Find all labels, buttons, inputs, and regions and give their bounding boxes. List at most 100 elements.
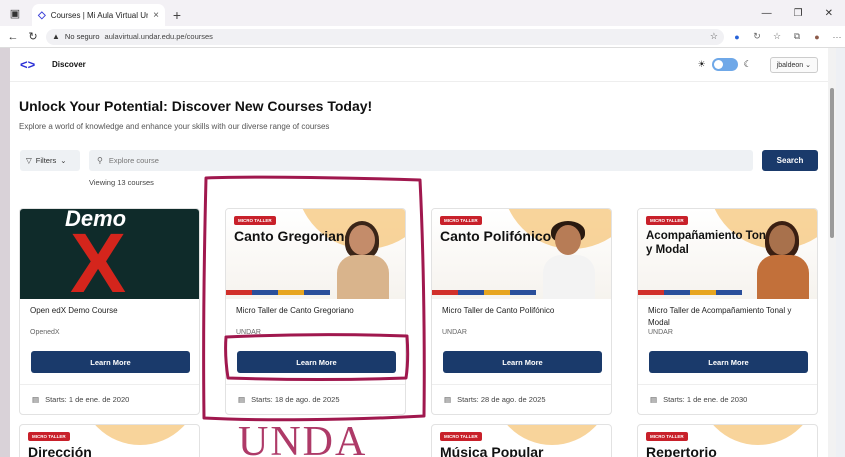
course-card[interactable]: Demo X Open edX Demo Course OpenedX Lear…: [19, 208, 200, 415]
thumbnail-x: X: [70, 216, 127, 299]
minimize-icon[interactable]: —: [762, 8, 772, 19]
start-date: Starts: 28 de ago. de 2025: [457, 395, 546, 404]
person-illustration: [335, 221, 391, 299]
nav-discover-link[interactable]: Discover: [52, 60, 86, 69]
course-title[interactable]: Open edX Demo Course: [20, 299, 199, 329]
micro-taller-badge: MICRO TALLER: [234, 216, 276, 225]
course-start: ▤ Starts: 28 de ago. de 2025: [444, 395, 546, 404]
course-card[interactable]: MICRO TALLER Canto Gregoriano Micro Tall…: [225, 208, 406, 415]
browser-side-strip: [836, 48, 845, 457]
search-button[interactable]: Search: [762, 150, 818, 171]
calendar-icon: ▤: [32, 395, 40, 404]
collections-icon[interactable]: ⧉: [790, 31, 804, 42]
course-title[interactable]: Micro Taller de Canto Polifónico: [432, 299, 611, 329]
course-org: OpenedX: [30, 329, 60, 336]
course-title[interactable]: Micro Taller de Acompañamiento Tonal y M…: [638, 299, 817, 329]
thumbnail-title: Repertorio: [646, 444, 717, 457]
browser-tab[interactable]: ◇ Courses | Mi Aula Virtual Undar ×: [32, 4, 165, 26]
micro-taller-badge: MICRO TALLER: [646, 432, 688, 441]
undar-watermark: UNDA: [238, 419, 368, 457]
learn-more-button[interactable]: Learn More: [237, 351, 396, 373]
search-input[interactable]: [108, 156, 745, 165]
thumbnail-decoration: [698, 425, 817, 445]
person-illustration: [755, 221, 811, 299]
calendar-icon: ▤: [444, 395, 452, 404]
refresh-extension-icon[interactable]: ↻: [750, 31, 764, 42]
page-subtitle: Explore a world of knowledge and enhance…: [19, 122, 330, 131]
viewing-count: Viewing 13 courses: [89, 178, 154, 187]
micro-taller-badge: MICRO TALLER: [28, 432, 70, 441]
sun-icon: ☀: [697, 59, 706, 69]
color-stripes: [638, 290, 742, 295]
warning-icon[interactable]: ▲: [52, 32, 60, 41]
thumbnail-title: Dirección: [28, 444, 92, 457]
course-card[interactable]: MICRO TALLER Canto Polifónico Micro Tall…: [431, 208, 612, 415]
course-grid-row-2: MICRO TALLER Dirección MICRO TALLER Músi…: [19, 424, 819, 457]
learn-more-button[interactable]: Learn More: [31, 351, 190, 373]
page-scrollbar[interactable]: [828, 48, 836, 457]
chevron-down-icon: ⌄: [60, 156, 67, 165]
filters-label: Filters: [35, 156, 57, 165]
hero-section: Unlock Your Potential: Discover New Cour…: [10, 82, 828, 131]
course-grid: Demo X Open edX Demo Course OpenedX Lear…: [19, 208, 819, 418]
window-controls: — ❐ ✕: [762, 0, 845, 26]
reload-icon[interactable]: ↻: [26, 30, 40, 43]
thumbnail-decoration: [80, 425, 199, 445]
close-icon[interactable]: ×: [153, 10, 159, 21]
window-menu-icon[interactable]: ▣: [0, 0, 30, 26]
course-card[interactable]: MICRO TALLER Repertorio: [637, 424, 818, 457]
calendar-icon: ▤: [238, 395, 246, 404]
back-icon[interactable]: ←: [6, 31, 20, 43]
card-divider: [432, 384, 611, 385]
site-favicon-icon: ◇: [38, 9, 46, 21]
course-thumbnail[interactable]: MICRO TALLER Canto Gregoriano: [226, 209, 405, 299]
person-illustration: [541, 221, 597, 299]
address-bar: ← ↻ ▲ No seguro aulavirtual.undar.edu.pe…: [0, 26, 845, 48]
site-logo-icon[interactable]: <>: [20, 57, 52, 72]
more-menu-icon[interactable]: ···: [830, 32, 844, 42]
filters-button[interactable]: ▽ Filters ⌄: [20, 150, 80, 171]
card-divider: [20, 384, 199, 385]
micro-taller-badge: MICRO TALLER: [440, 432, 482, 441]
course-card[interactable]: MICRO TALLER Música Popular: [431, 424, 612, 457]
micro-taller-badge: MICRO TALLER: [646, 216, 688, 225]
color-stripes: [432, 290, 536, 295]
course-card[interactable]: MICRO TALLER Dirección: [19, 424, 200, 457]
course-card[interactable]: MICRO TALLER Acompañamiento Tonal y Moda…: [637, 208, 818, 415]
moon-icon: ☾: [743, 59, 752, 69]
search-row: ▽ Filters ⌄ ⚲ Search: [20, 150, 818, 171]
course-thumbnail[interactable]: Demo X: [20, 209, 199, 299]
course-org: UNDAR: [442, 329, 467, 336]
learn-more-button[interactable]: Learn More: [443, 351, 602, 373]
tab-title: Courses | Mi Aula Virtual Undar: [50, 10, 148, 20]
start-date: Starts: 18 de ago. de 2025: [251, 395, 340, 404]
browser-tab-bar: ▣ ◇ Courses | Mi Aula Virtual Undar × + …: [0, 0, 845, 26]
filter-icon: ▽: [26, 156, 32, 165]
security-label: No seguro: [64, 32, 100, 41]
course-thumbnail[interactable]: MICRO TALLER Acompañamiento Tonal y Moda…: [638, 209, 817, 299]
user-menu-button[interactable]: jbaldeon ⌄: [769, 56, 818, 73]
scrollbar-thumb[interactable]: [830, 88, 834, 238]
page-title: Unlock Your Potential: Discover New Cour…: [19, 98, 373, 114]
restore-icon[interactable]: ❐: [794, 8, 803, 19]
favorites-icon[interactable]: ☆: [770, 31, 784, 42]
close-window-icon[interactable]: ✕: [825, 8, 833, 19]
search-field[interactable]: ⚲: [89, 150, 753, 171]
new-tab-button[interactable]: +: [165, 4, 189, 26]
course-start: ▤ Starts: 1 de ene. de 2030: [650, 395, 747, 404]
course-org: UNDAR: [236, 329, 261, 336]
thumbnail-decoration: [492, 425, 611, 445]
favorite-star-icon[interactable]: ☆: [710, 31, 718, 42]
course-org: UNDAR: [648, 329, 673, 336]
course-title[interactable]: Micro Taller de Canto Gregoriano: [226, 299, 405, 329]
learn-more-button[interactable]: Learn More: [649, 351, 808, 373]
course-thumbnail[interactable]: MICRO TALLER Canto Polifónico: [432, 209, 611, 299]
site-header: <> Discover ☀ ☾ jbaldeon ⌄: [10, 48, 828, 82]
theme-toggle[interactable]: [711, 58, 738, 71]
web-page: <> Discover ☀ ☾ jbaldeon ⌄ Unlock Your P…: [10, 48, 828, 457]
extension-icon[interactable]: ●: [730, 32, 744, 42]
color-stripes: [226, 290, 330, 295]
url-omnibox[interactable]: ▲ No seguro aulavirtual.undar.edu.pe/cou…: [46, 28, 724, 45]
profile-avatar-icon[interactable]: ●: [810, 32, 824, 42]
course-start: ▤ Starts: 1 de ene. de 2020: [32, 395, 129, 404]
